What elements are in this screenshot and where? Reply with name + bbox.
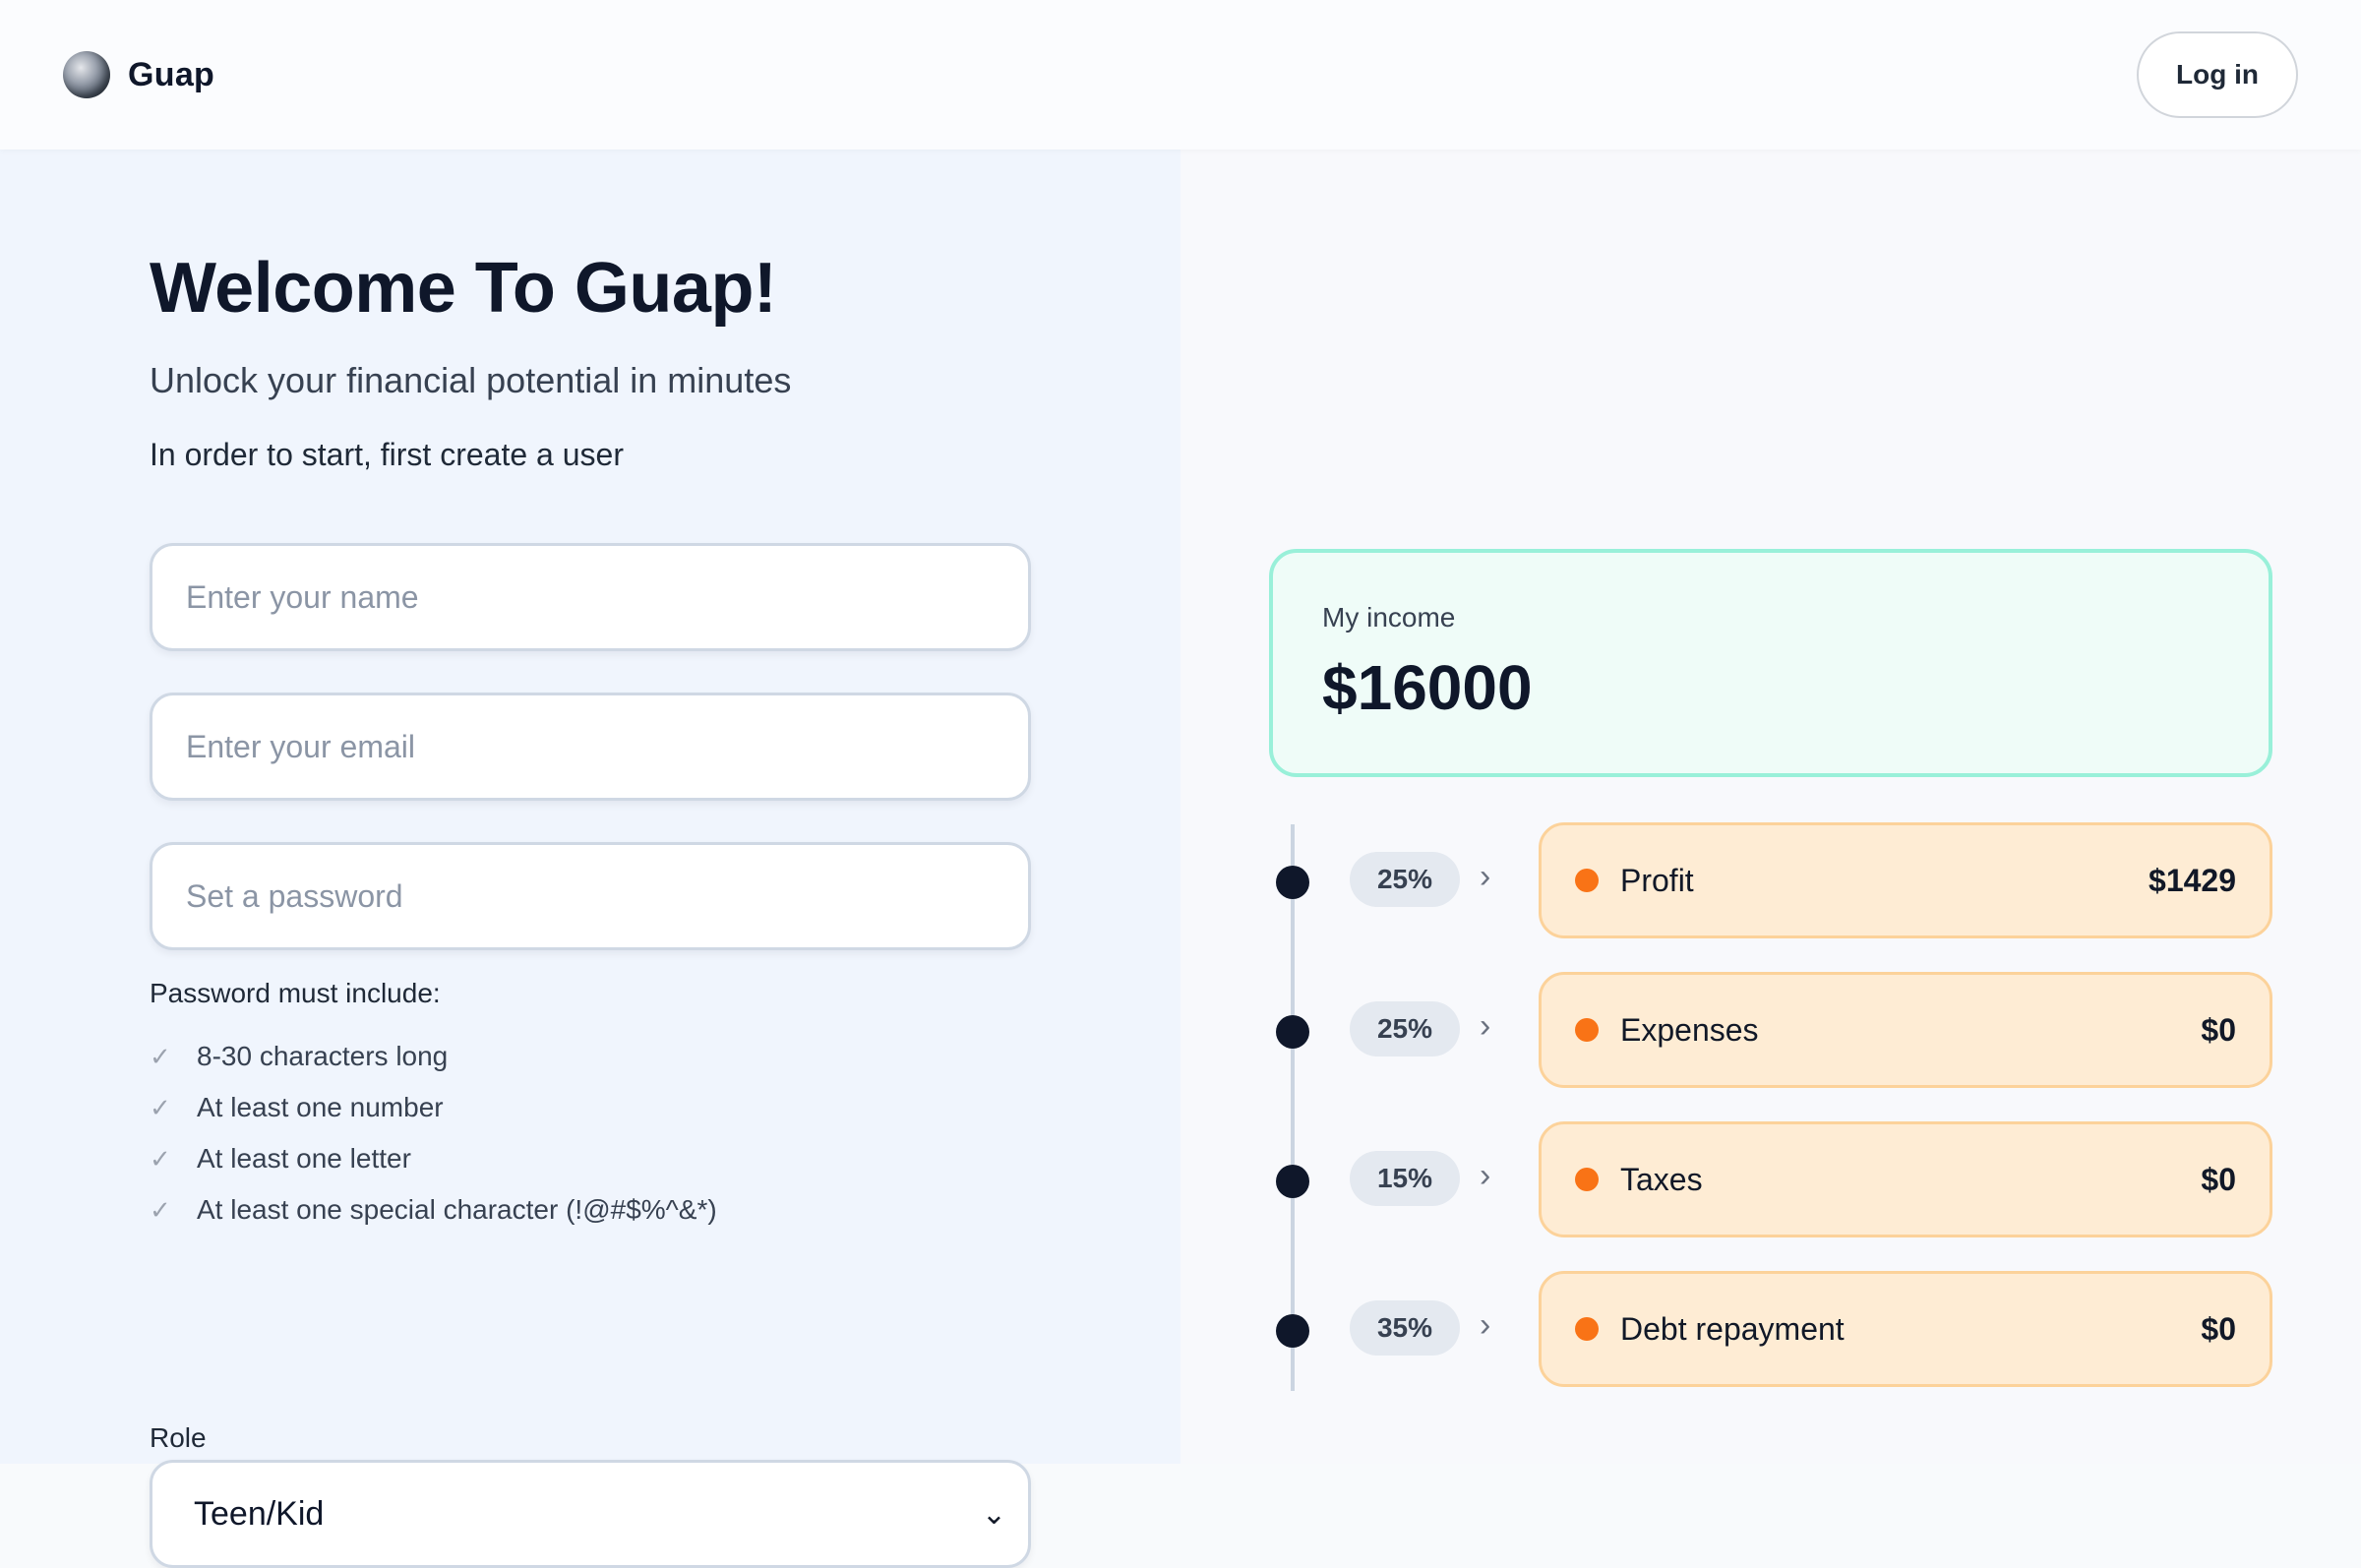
role-select[interactable]: Teen/Kid ⌄ (150, 1460, 1031, 1568)
list-item: ✓ At least one letter (150, 1133, 717, 1184)
password-requirements-list: ✓ 8-30 characters long ✓ At least one nu… (150, 1031, 717, 1236)
list-item: ✓ 8-30 characters long (150, 1031, 717, 1082)
signup-panel: Welcome To Guap! Unlock your financial p… (0, 150, 1180, 1568)
chevron-down-icon: ⌄ (981, 1497, 1006, 1531)
percent-badge: 25% (1350, 852, 1460, 907)
brand-name: Guap (128, 55, 215, 93)
list-item: ✓ At least one special character (!@#$%^… (150, 1184, 717, 1236)
category-card-taxes[interactable]: Taxes $0 (1539, 1121, 2272, 1237)
category-amount: $0 (2201, 1161, 2236, 1197)
percent-badge: 35% (1350, 1300, 1460, 1356)
requirement-text: At least one special character (!@#$%^&*… (197, 1194, 717, 1225)
signup-instruction: In order to start, first create a user (150, 437, 624, 472)
timeline-dot (1276, 866, 1309, 899)
page-title: Welcome To Guap! (150, 249, 777, 328)
category-label-group: Taxes (1575, 1162, 1703, 1198)
category-label-group: Profit (1575, 863, 1694, 899)
category-amount: $1429 (2149, 862, 2236, 898)
percent-badge: 15% (1350, 1151, 1460, 1206)
checkmark-icon: ✓ (150, 1092, 171, 1122)
category-name: Profit (1620, 862, 1694, 898)
role-label: Role (150, 1422, 207, 1453)
name-input[interactable] (150, 543, 1031, 651)
brand[interactable]: Guap (63, 51, 214, 98)
income-preview-panel: My income $16000 25% › Profit $1429 25% … (1180, 150, 2361, 1464)
password-input[interactable] (150, 842, 1031, 950)
category-label-group: Expenses (1575, 1012, 1759, 1049)
income-value: $16000 (1322, 652, 1533, 723)
list-item: ✓ At least one number (150, 1082, 717, 1133)
category-card-expenses[interactable]: Expenses $0 (1539, 972, 2272, 1088)
category-name: Taxes (1620, 1161, 1703, 1197)
allocation-row: 25% › Profit $1429 (1180, 822, 2361, 940)
top-navbar: Guap Log in (0, 0, 2361, 150)
category-name: Expenses (1620, 1011, 1759, 1048)
checkmark-icon: ✓ (150, 1041, 171, 1071)
income-card: My income $16000 (1269, 549, 2272, 777)
allocation-row: 25% › Expenses $0 (1180, 972, 2361, 1090)
requirement-text: 8-30 characters long (197, 1041, 449, 1071)
chevron-right-icon: › (1480, 1306, 1491, 1344)
chevron-right-icon: › (1480, 858, 1491, 895)
status-dot-icon (1575, 1168, 1599, 1191)
requirement-text: At least one number (197, 1092, 444, 1122)
email-input[interactable] (150, 693, 1031, 801)
category-card-profit[interactable]: Profit $1429 (1539, 822, 2272, 938)
category-amount: $0 (2201, 1011, 2236, 1048)
allocation-row: 15% › Taxes $0 (1180, 1121, 2361, 1239)
timeline-dot (1276, 1165, 1309, 1198)
status-dot-icon (1575, 1317, 1599, 1341)
role-selected-value: Teen/Kid (194, 1494, 325, 1533)
checkmark-icon: ✓ (150, 1194, 171, 1225)
globe-logo-icon (63, 51, 110, 98)
category-name: Debt repayment (1620, 1310, 1845, 1347)
category-amount: $0 (2201, 1310, 2236, 1347)
page-subtitle: Unlock your financial potential in minut… (150, 360, 792, 400)
requirement-text: At least one letter (197, 1143, 411, 1174)
password-requirements-heading: Password must include: (150, 978, 441, 1008)
timeline-dot (1276, 1015, 1309, 1049)
checkmark-icon: ✓ (150, 1143, 171, 1174)
category-card-debt-repayment[interactable]: Debt repayment $0 (1539, 1271, 2272, 1387)
login-button[interactable]: Log in (2137, 31, 2298, 118)
income-label: My income (1322, 602, 1456, 633)
timeline-dot (1276, 1314, 1309, 1348)
status-dot-icon (1575, 869, 1599, 892)
percent-badge: 25% (1350, 1001, 1460, 1056)
chevron-right-icon: › (1480, 1007, 1491, 1045)
status-dot-icon (1575, 1018, 1599, 1042)
category-label-group: Debt repayment (1575, 1311, 1845, 1348)
allocation-row: 35% › Debt repayment $0 (1180, 1271, 2361, 1389)
chevron-right-icon: › (1480, 1157, 1491, 1194)
